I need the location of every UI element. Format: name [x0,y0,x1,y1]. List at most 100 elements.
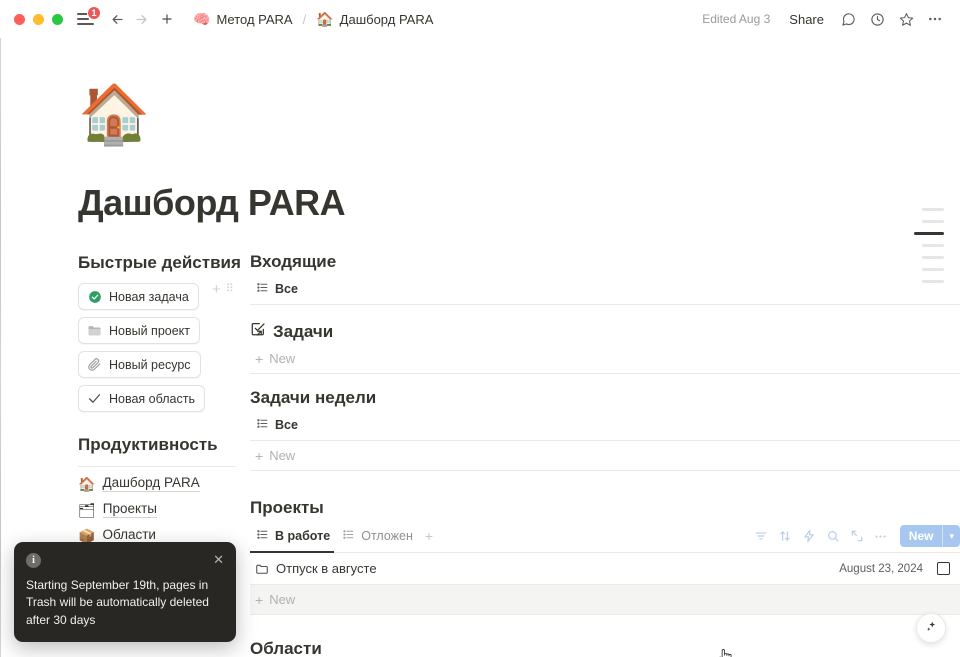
package-icon: 📦 [78,527,96,544]
drag-handle-icon[interactable]: ⠿ [226,283,235,295]
database-title-projects[interactable]: Проекты [250,498,960,520]
new-row-label: New [269,351,296,366]
new-row-label: New [269,448,296,463]
database-title-areas[interactable]: Области [250,639,960,657]
database-underline [250,551,960,553]
page-title[interactable]: Дашборд PARA [78,182,960,224]
row-properties: August 23, 2024 [839,562,960,575]
quick-action-new-area[interactable]: Новая область [78,385,205,413]
add-block-icon[interactable]: + [212,282,221,297]
database-title-week-tasks[interactable]: Задачи недели [250,388,960,410]
view-bar-projects: В работе Отложен + New ▾ [250,520,960,552]
view-tab-week-all[interactable]: Все [250,413,304,438]
outline-marker[interactable] [922,208,944,211]
new-row-tasks[interactable]: + New [250,344,960,373]
comment-icon[interactable] [835,6,861,32]
outline-marker[interactable] [922,280,944,283]
automation-bolt-icon[interactable] [798,525,820,547]
quick-action-new-resource[interactable]: Новый ресурс [78,351,201,379]
outline-marker[interactable] [922,244,944,247]
toast-notification: i ✕ Starting September 19th, pages in Tr… [14,541,236,642]
list-icon [256,528,269,544]
outline-marker[interactable] [922,256,944,259]
more-options-icon[interactable] [922,6,948,32]
new-page-icon[interactable] [155,7,179,31]
link-dashboard-para[interactable]: 🏠 Дашборд PARA [78,475,242,493]
search-icon[interactable] [822,525,844,547]
quick-actions-list: Новая задача Новый проект Новый ресурс Н… [78,283,242,413]
sort-icon[interactable] [774,525,796,547]
notification-badge: 1 [87,6,101,20]
filter-icon[interactable] [750,525,772,547]
database-title-label: Задачи [273,321,334,341]
quick-action-label: Новая область [109,391,195,406]
back-icon[interactable] [105,7,129,31]
breadcrumb-item-method-para[interactable]: 🧠 Метод PARA [187,9,299,30]
favorite-star-icon[interactable] [893,6,919,32]
quick-action-new-task[interactable]: Новая задача [78,283,199,311]
maximize-window-button[interactable] [52,13,63,25]
table-row[interactable]: Отпуск в августе August 23, 2024 [250,553,960,584]
forward-icon[interactable] [129,7,153,31]
last-edited-label: Edited Aug 3 [702,12,771,26]
page-icon-house[interactable]: 🏠 [78,86,960,152]
database-week-tasks: Задачи недели Все + New [250,388,960,471]
plus-icon: + [255,591,264,608]
new-row-week-tasks[interactable]: + New [250,441,960,470]
database-title-inbox[interactable]: Входящие [250,252,960,274]
paperclip-icon [87,357,102,372]
productivity-heading: Продуктивность [78,435,218,455]
productivity-links: 🏠 Дашборд PARA 🗂 Проекты 📦 Области [78,475,242,545]
sparkle-icon [924,619,939,637]
outline-marker[interactable] [922,268,944,271]
house-icon: 🏠 [78,475,96,492]
close-icon[interactable]: ✕ [213,553,224,566]
topbar-actions: Edited Aug 3 Share [694,6,948,32]
house-icon: 🏠 [316,11,334,27]
toast-message: Starting September 19th, pages in Trash … [26,577,209,627]
view-tab-projects-in-progress[interactable]: В работе [250,524,336,549]
divider [78,466,236,468]
list-icon [342,528,355,544]
window-titlebar: 1 🧠 Метод PARA / 🏠 Дашборд PARA Edited A… [0,0,960,38]
new-record-button[interactable]: New ▾ [899,525,960,547]
ai-assistant-button[interactable] [916,613,946,643]
more-icon[interactable] [870,525,892,547]
chevron-down-icon[interactable]: ▾ [943,525,960,547]
view-tab-projects-postponed[interactable]: Отложен [336,524,419,549]
breadcrumb: 🧠 Метод PARA / 🏠 Дашборд PARA [187,9,439,30]
minimize-window-button[interactable] [33,13,44,25]
folder-icon: 🗂 [78,501,96,518]
row-divider [250,373,960,374]
database-toolbar: New ▾ [750,525,960,547]
plus-icon: + [255,350,264,367]
link-projects[interactable]: 🗂 Проекты [78,501,242,519]
plus-icon: + [255,447,264,464]
folder-icon [87,323,102,338]
database-inbox: Входящие + ⠿ Все [212,252,960,305]
close-window-button[interactable] [14,13,25,25]
expand-icon[interactable] [846,525,868,547]
database-title-tasks[interactable]: Задачи [250,321,960,344]
history-clock-icon[interactable] [864,6,890,32]
list-icon [256,417,269,433]
breadcrumb-item-dashboard-para[interactable]: 🏠 Дашборд PARA [310,9,439,30]
quick-action-new-project[interactable]: Новый проект [78,317,201,345]
sidebar-toggle-icon[interactable]: 1 [77,6,101,29]
add-view-icon[interactable]: + [419,526,439,546]
row-date[interactable]: August 23, 2024 [839,563,923,575]
breadcrumb-separator: / [302,11,307,27]
link-label: Проекты [102,501,157,519]
new-record-label: New [908,529,934,543]
outline-marker[interactable] [922,220,944,223]
new-row-projects[interactable]: + New [250,585,960,614]
traffic-lights [14,13,63,25]
check-icon [87,391,102,406]
outline-marker-active[interactable] [914,232,944,235]
row-checkbox[interactable] [937,562,950,575]
share-button[interactable]: Share [781,8,832,31]
quick-action-label: Новый ресурс [109,357,191,372]
view-tab-label: Отложен [361,528,413,543]
page-canvas: 🏠 Дашборд PARA Быстрые действия Новая за… [0,38,960,657]
view-tab-inbox-all[interactable]: Все [250,277,304,302]
